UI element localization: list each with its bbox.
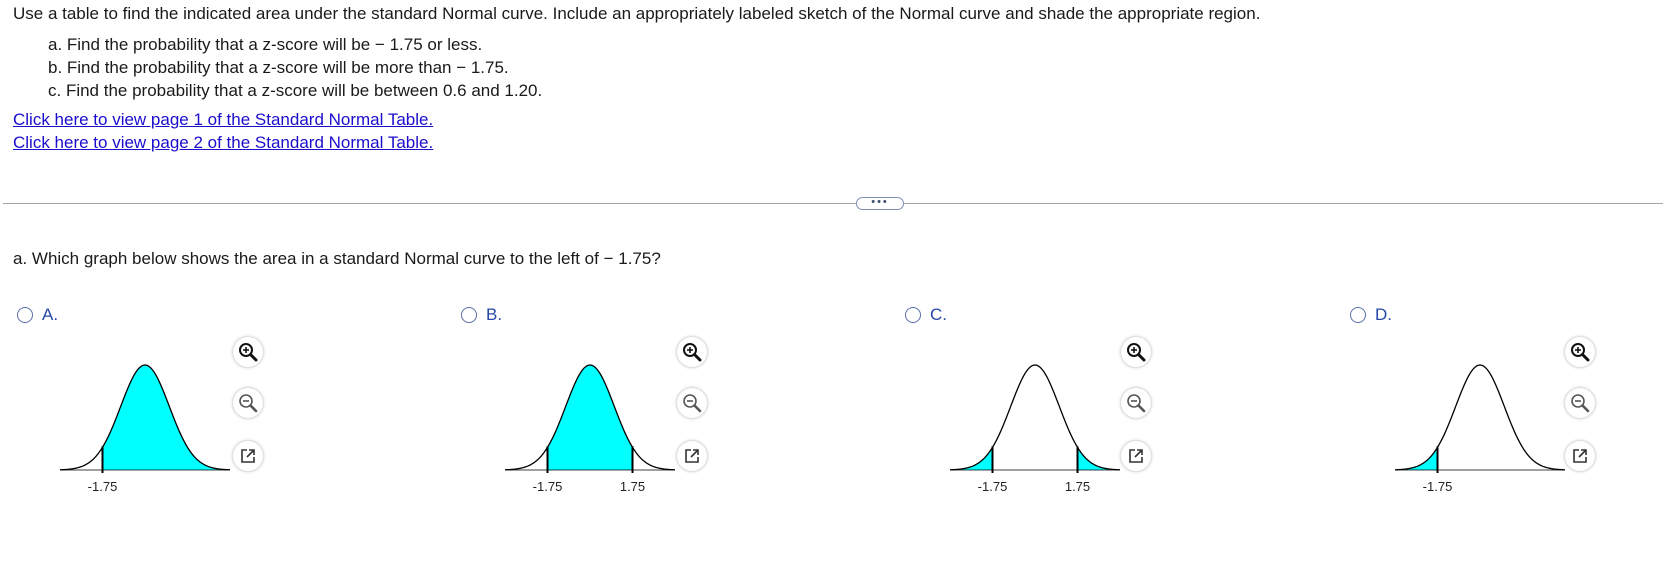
graph-b-shaded-region bbox=[547, 365, 633, 470]
option-c-label: C. bbox=[930, 305, 947, 324]
option-a-radio[interactable] bbox=[17, 307, 33, 323]
zoom-out-icon[interactable] bbox=[1121, 388, 1151, 418]
option-a-label: A. bbox=[42, 305, 59, 324]
graph-c-curve bbox=[949, 364, 1121, 471]
zoom-out-icon[interactable] bbox=[1565, 388, 1595, 418]
zoom-in-icon[interactable] bbox=[233, 337, 263, 367]
table-page-1-link[interactable]: Click here to view page 1 of the Standar… bbox=[13, 108, 433, 131]
pop-out-icon[interactable] bbox=[677, 441, 707, 471]
option-d-radio[interactable] bbox=[1350, 307, 1366, 323]
expand-more-button[interactable]: ••• bbox=[856, 197, 904, 210]
option-b-radio[interactable] bbox=[461, 307, 477, 323]
question-text: a. Which graph below shows the area in a… bbox=[13, 249, 661, 268]
graph-a-shaded-region bbox=[102, 365, 230, 470]
zoom-in-icon[interactable] bbox=[1121, 337, 1151, 367]
part-b-text: b. Find the probability that a z-score w… bbox=[48, 58, 509, 77]
part-c-text: c. Find the probability that a z-score w… bbox=[48, 81, 543, 100]
graph-d-curve bbox=[1394, 364, 1566, 471]
table-page-2-link[interactable]: Click here to view page 2 of the Standar… bbox=[13, 131, 433, 154]
graph-b-tick-label: -1.75 bbox=[533, 479, 563, 494]
problem-parts: a. Find the probability that a z-score w… bbox=[48, 33, 542, 102]
graph-c: -1.75 1.75 bbox=[949, 364, 1121, 494]
pop-out-icon[interactable] bbox=[1565, 441, 1595, 471]
graph-a-tick-label: -1.75 bbox=[88, 479, 118, 494]
option-c[interactable]: C. bbox=[905, 305, 947, 325]
graph-b-tick-label: 1.75 bbox=[620, 479, 645, 494]
graph-b: -1.75 1.75 bbox=[504, 364, 676, 494]
zoom-out-icon[interactable] bbox=[677, 388, 707, 418]
pop-out-icon[interactable] bbox=[233, 441, 263, 471]
section-divider bbox=[3, 203, 1663, 204]
zoom-in-icon[interactable] bbox=[1565, 337, 1595, 367]
option-d[interactable]: D. bbox=[1350, 305, 1392, 325]
table-links: Click here to view page 1 of the Standar… bbox=[13, 108, 433, 154]
graph-d: -1.75 bbox=[1394, 364, 1566, 494]
problem-prompt: Use a table to find the indicated area u… bbox=[13, 4, 1261, 23]
graph-c-tick-label: 1.75 bbox=[1065, 479, 1090, 494]
zoom-in-icon[interactable] bbox=[677, 337, 707, 367]
pop-out-icon[interactable] bbox=[1121, 441, 1151, 471]
part-a-text: a. Find the probability that a z-score w… bbox=[48, 35, 483, 54]
graph-d-tick-label: -1.75 bbox=[1423, 479, 1453, 494]
option-d-label: D. bbox=[1375, 305, 1392, 324]
graph-c-tick-label: -1.75 bbox=[978, 479, 1008, 494]
option-b-label: B. bbox=[486, 305, 503, 324]
option-b[interactable]: B. bbox=[461, 305, 502, 325]
option-c-radio[interactable] bbox=[905, 307, 921, 323]
option-a[interactable]: A. bbox=[17, 305, 58, 325]
zoom-out-icon[interactable] bbox=[233, 388, 263, 418]
graph-a: -1.75 bbox=[59, 364, 231, 494]
